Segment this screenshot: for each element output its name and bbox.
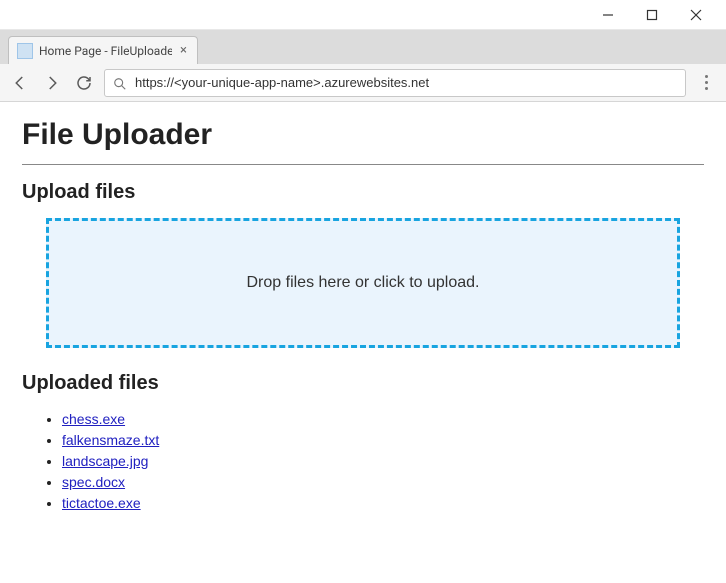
back-button[interactable] <box>10 73 30 93</box>
divider <box>22 164 704 165</box>
browser-menu-button[interactable] <box>696 75 716 90</box>
close-button[interactable] <box>674 1 718 29</box>
page-title: File Uploader <box>22 118 704 152</box>
forward-button[interactable] <box>42 73 62 93</box>
page-content: File Uploader Upload files Drop files he… <box>0 102 726 530</box>
file-link[interactable]: spec.docx <box>62 474 125 490</box>
browser-tabstrip: Home Page - FileUploade × <box>0 30 726 64</box>
search-icon <box>113 76 127 90</box>
upload-dropzone[interactable]: Drop files here or click to upload. <box>46 218 680 348</box>
browser-tab[interactable]: Home Page - FileUploade × <box>8 36 198 64</box>
window-titlebar <box>0 0 726 30</box>
file-link[interactable]: chess.exe <box>62 411 125 427</box>
dropzone-text: Drop files here or click to upload. <box>247 274 480 292</box>
upload-heading: Upload files <box>22 181 704 204</box>
list-item: spec.docx <box>62 472 704 493</box>
maximize-button[interactable] <box>630 1 674 29</box>
list-item: landscape.jpg <box>62 451 704 472</box>
uploaded-files-list: chess.exe falkensmaze.txt landscape.jpg … <box>22 409 704 514</box>
file-link[interactable]: tictactoe.exe <box>62 495 141 511</box>
tab-title: Home Page - FileUploade <box>39 44 172 58</box>
file-link[interactable]: falkensmaze.txt <box>62 432 159 448</box>
favicon-icon <box>17 43 33 59</box>
list-item: chess.exe <box>62 409 704 430</box>
list-item: falkensmaze.txt <box>62 430 704 451</box>
address-bar[interactable]: https://<your-unique-app-name>.azurewebs… <box>104 69 686 97</box>
browser-toolbar: https://<your-unique-app-name>.azurewebs… <box>0 64 726 102</box>
minimize-button[interactable] <box>586 1 630 29</box>
file-link[interactable]: landscape.jpg <box>62 453 148 469</box>
address-url: https://<your-unique-app-name>.azurewebs… <box>135 75 429 90</box>
tab-close-icon[interactable]: × <box>178 43 189 58</box>
reload-button[interactable] <box>74 73 94 93</box>
list-item: tictactoe.exe <box>62 493 704 514</box>
uploaded-heading: Uploaded files <box>22 372 704 395</box>
